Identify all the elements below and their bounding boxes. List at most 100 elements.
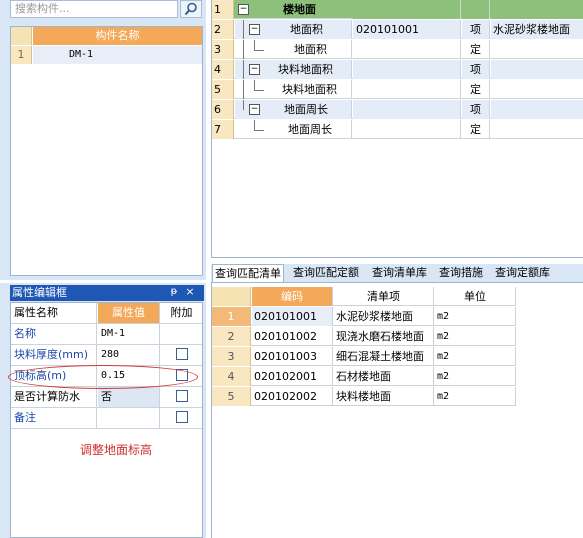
match-row-index: 2 bbox=[212, 327, 251, 346]
match-row[interactable]: 2 020101002 现浇水磨石楼地面 m2 bbox=[212, 327, 516, 346]
match-row-code: 020101001 bbox=[252, 307, 333, 326]
match-row-index: 3 bbox=[212, 347, 251, 366]
match-row[interactable]: 1 020101001 水泥砂浆楼地面 m2 bbox=[212, 307, 516, 326]
collapse-icon[interactable]: − bbox=[249, 104, 260, 115]
component-row[interactable]: 1 DM-1 bbox=[11, 46, 202, 64]
collapse-icon[interactable]: − bbox=[249, 64, 260, 75]
tree-row-index: 4 bbox=[212, 60, 234, 79]
property-row-thickness[interactable]: 块料厚度(mm) 280 bbox=[11, 345, 202, 366]
match-row-unit: m2 bbox=[435, 387, 516, 406]
tree-row-desc bbox=[491, 40, 583, 59]
header-index-cell bbox=[212, 287, 251, 306]
property-value[interactable] bbox=[98, 408, 160, 428]
tree-row-label: 楼地面 bbox=[283, 3, 316, 16]
match-row-code: 020102001 bbox=[252, 367, 333, 386]
component-row-index: 1 bbox=[11, 46, 32, 64]
collapse-icon[interactable]: − bbox=[238, 4, 249, 15]
tree-row-unit: 项 bbox=[462, 100, 490, 119]
match-row-unit: m2 bbox=[435, 327, 516, 346]
match-result-panel: 编码 清单项 单位 1 020101001 水泥砂浆楼地面 m2 2 02010… bbox=[211, 282, 583, 538]
annotation-text: 调整地面标高 bbox=[80, 443, 153, 457]
collapse-icon[interactable]: − bbox=[249, 24, 260, 35]
tree-row-index: 6 bbox=[212, 100, 234, 119]
bill-item-tree: 1 − 楼地面 2 − 地面积 020101001 项 水泥砂浆楼地面 3 地面… bbox=[211, 0, 583, 258]
tree-row-desc bbox=[491, 80, 583, 99]
tree-row-unit bbox=[462, 0, 490, 19]
tree-row-index: 3 bbox=[212, 40, 234, 59]
match-row-name: 细石混凝土楼地面 bbox=[334, 347, 434, 366]
pin-icon[interactable]: ᵽ bbox=[168, 285, 180, 299]
property-label: 是否计算防水 bbox=[11, 387, 97, 407]
match-header-row: 编码 清单项 单位 bbox=[212, 287, 516, 306]
search-input[interactable]: 搜索构件... bbox=[10, 0, 178, 18]
tab-bill-library[interactable]: 查询清单库 bbox=[370, 264, 429, 282]
match-row-unit: m2 bbox=[435, 367, 516, 386]
property-row-remark[interactable]: 备注 bbox=[11, 408, 202, 429]
tree-row[interactable]: 5 块料地面积 定 bbox=[212, 80, 583, 99]
header-property-value: 属性值 bbox=[98, 303, 160, 323]
property-row-waterproof[interactable]: 是否计算防水 否 bbox=[11, 387, 202, 408]
tree-row-unit: 定 bbox=[462, 120, 490, 139]
property-header-row: 属性名称 属性值 附加 bbox=[11, 303, 202, 324]
tree-row-code bbox=[353, 100, 461, 119]
tree-row-unit: 项 bbox=[462, 60, 490, 79]
tree-row[interactable]: 1 − 楼地面 bbox=[212, 0, 583, 19]
tree-row-unit: 定 bbox=[462, 80, 490, 99]
tab-match-bill[interactable]: 查询匹配清单 bbox=[212, 264, 284, 282]
header-bill-item: 清单项 bbox=[334, 287, 434, 306]
search-button[interactable] bbox=[180, 0, 202, 18]
tree-row-code bbox=[353, 40, 461, 59]
tree-row-label: 地面周长 bbox=[284, 103, 328, 116]
tab-quota-library[interactable]: 查询定额库 bbox=[493, 264, 552, 282]
property-label: 块料厚度(mm) bbox=[11, 345, 97, 365]
attach-checkbox[interactable] bbox=[175, 390, 188, 402]
attach-checkbox[interactable] bbox=[175, 348, 188, 360]
component-row-name[interactable]: DM-1 bbox=[33, 46, 202, 64]
header-code: 编码 bbox=[252, 287, 333, 306]
tree-row[interactable]: 2 − 地面积 020101001 项 水泥砂浆楼地面 bbox=[212, 20, 583, 39]
property-value[interactable]: 否 bbox=[98, 387, 160, 407]
property-label: 名称 bbox=[11, 324, 97, 344]
tab-measures[interactable]: 查询措施 bbox=[437, 264, 485, 282]
tree-row-code bbox=[353, 60, 461, 79]
tree-row[interactable]: 3 地面积 定 bbox=[212, 40, 583, 59]
property-value[interactable]: DM-1 bbox=[98, 324, 160, 344]
property-panel: 属性编辑框 ᵽ × 属性名称 属性值 附加 名称 DM-1 块料厚度(mm) 2… bbox=[0, 283, 206, 538]
match-row[interactable]: 4 020102001 石材楼地面 m2 bbox=[212, 367, 516, 386]
tab-match-quota[interactable]: 查询匹配定额 bbox=[291, 264, 361, 282]
header-component-name: 构件名称 bbox=[33, 27, 202, 45]
property-value[interactable]: 280 bbox=[98, 345, 160, 365]
match-row-index: 4 bbox=[212, 367, 251, 386]
match-row-name: 石材楼地面 bbox=[334, 367, 434, 386]
tree-row-index: 1 bbox=[212, 0, 234, 19]
tree-row-label: 地面周长 bbox=[288, 123, 332, 136]
tree-row-index: 7 bbox=[212, 120, 234, 139]
match-row-code: 020101003 bbox=[252, 347, 333, 366]
property-label: 备注 bbox=[11, 408, 97, 428]
tree-row-label: 地面积 bbox=[290, 23, 323, 36]
close-icon[interactable]: × bbox=[184, 285, 196, 299]
match-row-name: 水泥砂浆楼地面 bbox=[334, 307, 434, 326]
match-row[interactable]: 5 020102002 块料楼地面 m2 bbox=[212, 387, 516, 406]
match-row-unit: m2 bbox=[435, 307, 516, 326]
tree-row-code bbox=[353, 0, 461, 19]
tree-row-index: 5 bbox=[212, 80, 234, 99]
component-table-header: 构件名称 bbox=[11, 27, 202, 45]
tree-row-code bbox=[353, 120, 461, 139]
tree-row[interactable]: 7 地面周长 定 bbox=[212, 120, 583, 139]
tree-row[interactable]: 4 − 块料地面积 项 bbox=[212, 60, 583, 79]
match-row-code: 020101002 bbox=[252, 327, 333, 346]
tree-row-code: 020101001 bbox=[353, 20, 461, 39]
highlight-oval bbox=[8, 365, 198, 389]
property-row-name[interactable]: 名称 DM-1 bbox=[11, 324, 202, 345]
tree-row-desc bbox=[491, 100, 583, 119]
tree-row[interactable]: 6 − 地面周长 项 bbox=[212, 100, 583, 119]
tree-row-label: 块料地面积 bbox=[282, 83, 337, 96]
search-icon bbox=[184, 2, 197, 16]
attach-checkbox[interactable] bbox=[175, 411, 188, 423]
header-property-extra: 附加 bbox=[170, 306, 193, 319]
match-row[interactable]: 3 020101003 细石混凝土楼地面 m2 bbox=[212, 347, 516, 366]
match-row-index: 1 bbox=[212, 307, 251, 326]
property-extra-cell bbox=[161, 324, 202, 344]
tree-row-desc bbox=[491, 60, 583, 79]
